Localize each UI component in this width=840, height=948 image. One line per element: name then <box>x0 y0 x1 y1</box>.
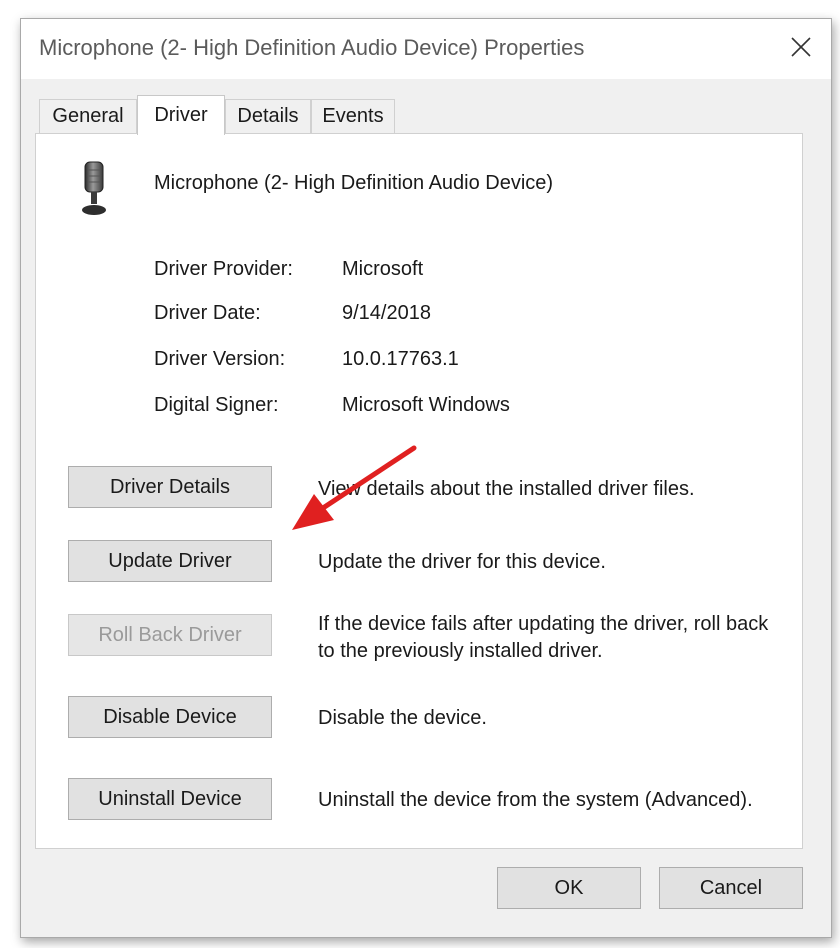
driver-date-value: 9/14/2018 <box>342 302 431 324</box>
update-driver-button[interactable]: Update Driver <box>68 540 272 582</box>
disable-device-button[interactable]: Disable Device <box>68 696 272 738</box>
digital-signer-label: Digital Signer: <box>154 394 279 416</box>
driver-provider-value: Microsoft <box>342 258 424 280</box>
cancel-button[interactable]: Cancel <box>659 867 803 909</box>
tab-events[interactable]: Events <box>311 99 395 133</box>
red-arrow-icon <box>292 445 417 530</box>
digital-signer-value: Microsoft Windows <box>342 394 510 416</box>
uninstall-device-button[interactable]: Uninstall Device <box>68 778 272 820</box>
ok-button[interactable]: OK <box>497 867 641 909</box>
window-title: Microphone (2- High Definition Audio Dev… <box>39 35 585 60</box>
uninstall-device-description: Uninstall the device from the system (Ad… <box>318 789 753 811</box>
driver-version-label: Driver Version: <box>154 348 286 370</box>
driver-tab-panel: Microphone (2- High Definition Audio Dev… <box>35 133 803 849</box>
driver-date-label: Driver Date: <box>154 302 261 324</box>
disable-device-description: Disable the device. <box>318 707 487 729</box>
title-bar: Microphone (2- High Definition Audio Dev… <box>21 19 831 79</box>
roll-back-driver-description: If the device fails after updating the d… <box>318 613 769 662</box>
driver-version-value: 10.0.17763.1 <box>342 348 459 370</box>
update-driver-description: Update the driver for this device. <box>318 551 606 573</box>
device-name: Microphone (2- High Definition Audio Dev… <box>154 172 554 194</box>
close-icon <box>791 37 811 57</box>
roll-back-driver-button[interactable]: Roll Back Driver <box>68 614 272 656</box>
driver-provider-label: Driver Provider: <box>154 258 293 280</box>
close-button[interactable] <box>771 19 831 75</box>
driver-details-button[interactable]: Driver Details <box>68 466 272 508</box>
tab-general[interactable]: General <box>39 99 137 133</box>
properties-dialog: Microphone (2- High Definition Audio Dev… <box>20 18 832 938</box>
tab-driver[interactable]: Driver <box>137 95 225 135</box>
microphone-icon <box>82 161 106 215</box>
tab-details[interactable]: Details <box>225 99 311 133</box>
